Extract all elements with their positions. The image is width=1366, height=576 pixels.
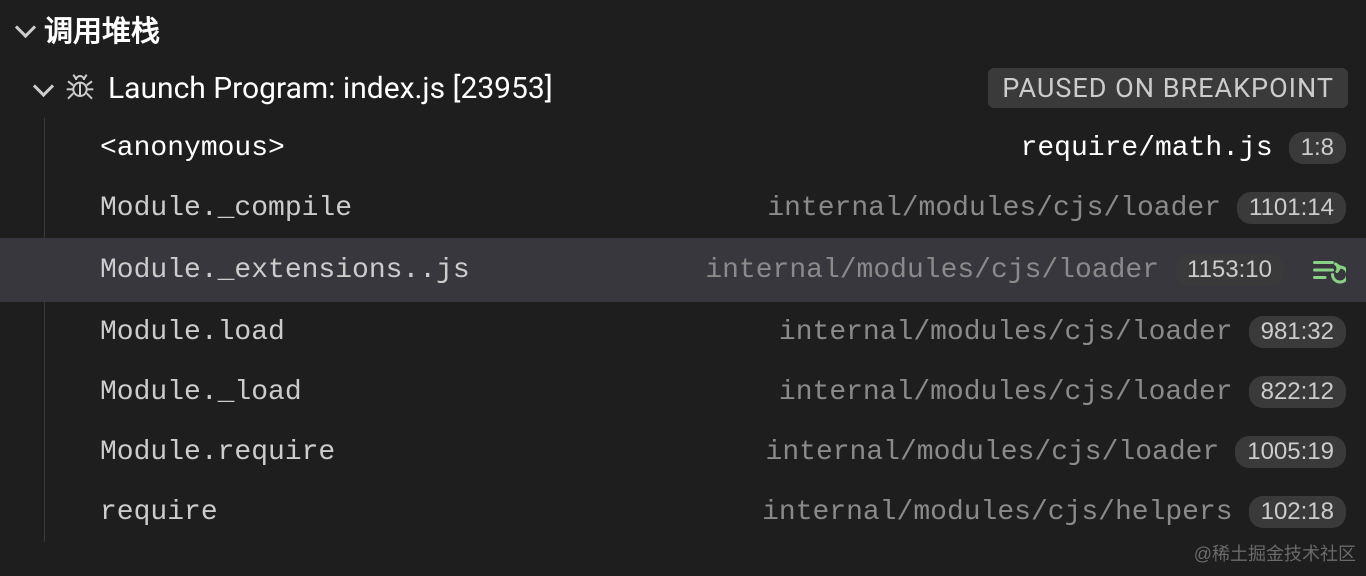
chevron-down-icon	[34, 79, 52, 97]
frame-function-name: <anonymous>	[100, 133, 285, 164]
bug-icon	[64, 72, 96, 104]
section-title: 调用堆栈	[44, 8, 160, 50]
stack-frame[interactable]: <anonymous> require/math.js 1:8	[0, 118, 1366, 178]
frame-source-path: internal/modules/cjs/loader	[779, 377, 1233, 408]
frame-source-path: internal/modules/cjs/helpers	[762, 497, 1232, 528]
frame-function-name: Module.require	[100, 437, 335, 468]
frame-location-badge: 1101:14	[1237, 192, 1346, 224]
stack-frame[interactable]: Module.require internal/modules/cjs/loade…	[0, 422, 1366, 482]
frame-source-path: require/math.js	[1021, 133, 1273, 164]
frame-source-path: internal/modules/cjs/loader	[779, 317, 1233, 348]
frame-location-badge: 1005:19	[1235, 436, 1346, 468]
stack-frame[interactable]: Module._load internal/modules/cjs/loader 8…	[0, 362, 1366, 422]
frame-location-badge: 981:32	[1249, 316, 1346, 348]
restart-frame-icon[interactable]	[1310, 252, 1346, 288]
frame-location-badge: 1:8	[1289, 132, 1346, 164]
frame-function-name: Module._extensions..js	[100, 255, 470, 286]
frame-source-path: internal/modules/cjs/loader	[767, 193, 1221, 224]
watermark: @稀土掘金技术社区	[1194, 540, 1356, 566]
frame-location-badge: 102:18	[1249, 496, 1346, 528]
stack-frame[interactable]: require internal/modules/cjs/helpers 102:1…	[0, 482, 1366, 542]
stack-frame[interactable]: Module._compile internal/modules/cjs/load…	[0, 178, 1366, 238]
frame-source-path: internal/modules/cjs/loader	[766, 437, 1220, 468]
call-stack-panel: 调用堆栈 Launch Program: index.js [23953] PA…	[0, 0, 1366, 576]
chevron-down-icon	[16, 20, 34, 38]
frame-source-path: internal/modules/cjs/loader	[705, 255, 1159, 286]
frame-location-badge: 1153:10	[1175, 254, 1284, 286]
section-header[interactable]: 调用堆栈	[0, 0, 1366, 58]
stack-frame[interactable]: Module.load internal/modules/cjs/loader 98…	[0, 302, 1366, 362]
frame-function-name: Module.load	[100, 317, 285, 348]
frame-function-name: Module._load	[100, 377, 302, 408]
status-badge: PAUSED ON BREAKPOINT	[988, 68, 1348, 108]
thread-label: Launch Program: index.js [23953]	[108, 71, 976, 106]
frame-function-name: Module._compile	[100, 193, 352, 224]
stack-frame[interactable]: Module._extensions..js internal/modules/c…	[0, 238, 1366, 302]
frame-function-name: require	[100, 497, 218, 528]
frame-location-badge: 822:12	[1249, 376, 1346, 408]
thread-header[interactable]: Launch Program: index.js [23953] PAUSED …	[0, 58, 1366, 118]
stack-frames: <anonymous> require/math.js 1:8 Module._com…	[0, 118, 1366, 542]
